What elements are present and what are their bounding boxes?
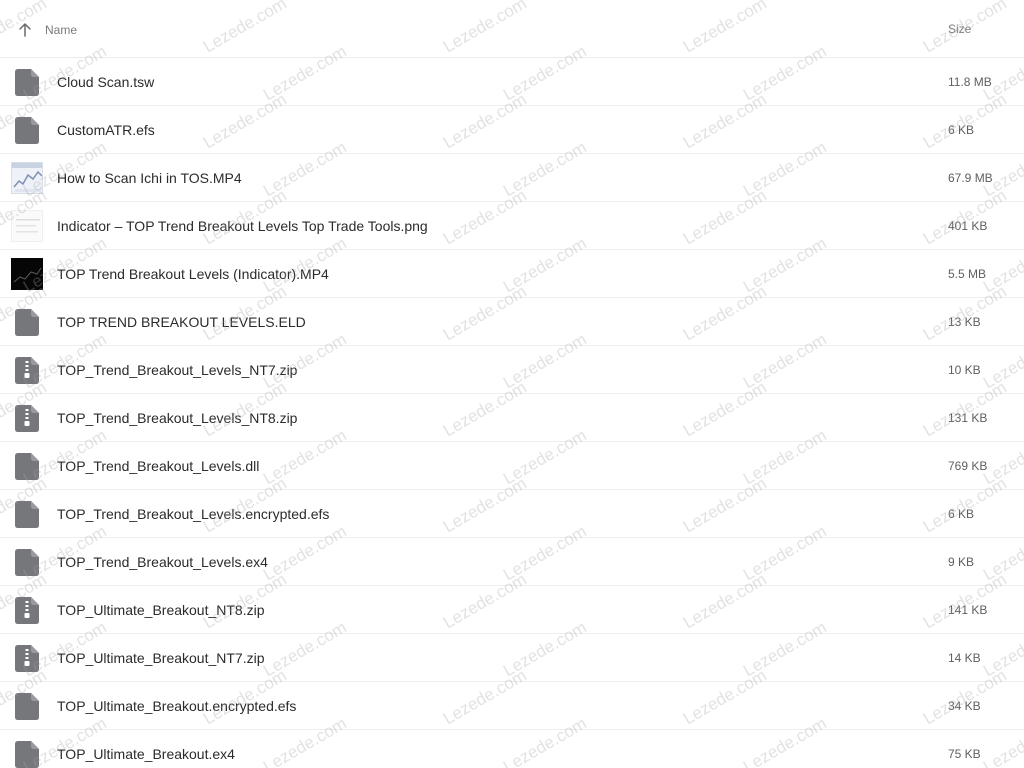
file-size: 14 KB (948, 651, 981, 665)
zip-icon (15, 357, 39, 384)
file-name: CustomATR.efs (57, 122, 155, 138)
file-size: 6 KB (948, 507, 975, 521)
file-size: 10 KB (948, 363, 981, 377)
file-name: TOP_Trend_Breakout_Levels_NT8.zip (57, 410, 298, 426)
file-row[interactable]: TOP_Ultimate_Breakout.ex4 75 KB (0, 730, 1024, 768)
file-size: 13 KB (948, 315, 981, 329)
file-row[interactable]: TOP_Trend_Breakout_Levels_NT8.zip 131 KB (0, 394, 1024, 442)
file-icon (15, 693, 39, 720)
file-icon (15, 117, 39, 144)
image-thumbnail (11, 210, 43, 242)
video-thumbnail (11, 258, 43, 290)
file-row[interactable]: TOP_Ultimate_Breakout_NT8.zip 141 KB (0, 586, 1024, 634)
file-name: How to Scan Ichi in TOS.MP4 (57, 170, 242, 186)
file-list: Name Size Cloud Scan.tsw 11.8 MB CustomATR… (0, 0, 1024, 768)
file-row[interactable]: TOP_Ultimate_Breakout.encrypted.efs 34 KB (0, 682, 1024, 730)
file-name: TOP_Trend_Breakout_Levels.encrypted.efs (57, 506, 330, 522)
file-size: 769 KB (948, 459, 988, 473)
file-icon (15, 501, 39, 528)
file-size: 11.8 MB (948, 75, 992, 89)
file-row[interactable]: How to Scan Ichi in TOS.MP4 67.9 MB (0, 154, 1024, 202)
file-row[interactable]: TOP_Trend_Breakout_Levels.dll 769 KB (0, 442, 1024, 490)
size-column-header[interactable]: Size (948, 22, 971, 36)
video-thumbnail (11, 162, 43, 194)
file-row[interactable]: TOP Trend Breakout Levels (Indicator).MP… (0, 250, 1024, 298)
file-size: 401 KB (948, 219, 988, 233)
zip-icon (15, 405, 39, 432)
file-icon (15, 453, 39, 480)
file-name: Indicator – TOP Trend Breakout Levels To… (57, 218, 428, 234)
file-name: TOP_Trend_Breakout_Levels.dll (57, 458, 260, 474)
file-size: 5.5 MB (948, 267, 987, 281)
file-icon (15, 309, 39, 336)
file-row[interactable]: CustomATR.efs 6 KB (0, 106, 1024, 154)
zip-icon (15, 645, 39, 672)
file-name: TOP_Trend_Breakout_Levels_NT7.zip (57, 362, 298, 378)
file-name: TOP TREND BREAKOUT LEVELS.ELD (57, 314, 306, 330)
file-icon (15, 549, 39, 576)
file-name: Cloud Scan.tsw (57, 74, 155, 90)
file-icon (15, 69, 39, 96)
file-size: 131 KB (948, 411, 988, 425)
file-name: TOP_Ultimate_Breakout.encrypted.efs (57, 698, 297, 714)
file-row[interactable]: TOP_Ultimate_Breakout_NT7.zip 14 KB (0, 634, 1024, 682)
file-row[interactable]: TOP_Trend_Breakout_Levels_NT7.zip 10 KB (0, 346, 1024, 394)
file-name: TOP_Trend_Breakout_Levels.ex4 (57, 554, 268, 570)
file-icon (15, 741, 39, 768)
file-row[interactable]: TOP TREND BREAKOUT LEVELS.ELD 13 KB (0, 298, 1024, 346)
file-row[interactable]: TOP_Trend_Breakout_Levels.encrypted.efs 6… (0, 490, 1024, 538)
arrow-up-icon[interactable] (18, 22, 32, 38)
list-header: Name Size (0, 0, 1024, 58)
file-size: 34 KB (948, 699, 981, 713)
file-name: TOP Trend Breakout Levels (Indicator).MP… (57, 266, 329, 282)
file-row[interactable]: Cloud Scan.tsw 11.8 MB (0, 58, 1024, 106)
zip-icon (15, 597, 39, 624)
file-name: TOP_Ultimate_Breakout_NT7.zip (57, 650, 265, 666)
file-name: TOP_Ultimate_Breakout.ex4 (57, 746, 235, 762)
file-name: TOP_Ultimate_Breakout_NT8.zip (57, 602, 265, 618)
file-size: 141 KB (948, 603, 988, 617)
name-column-header[interactable]: Name (45, 23, 77, 37)
file-row[interactable]: TOP_Trend_Breakout_Levels.ex4 9 KB (0, 538, 1024, 586)
file-row[interactable]: Indicator – TOP Trend Breakout Levels To… (0, 202, 1024, 250)
file-size: 6 KB (948, 123, 975, 137)
file-size: 67.9 MB (948, 171, 993, 185)
file-rows: Cloud Scan.tsw 11.8 MB CustomATR.efs 6 KB Ho… (0, 58, 1024, 768)
file-size: 75 KB (948, 747, 981, 761)
file-size: 9 KB (948, 555, 975, 569)
